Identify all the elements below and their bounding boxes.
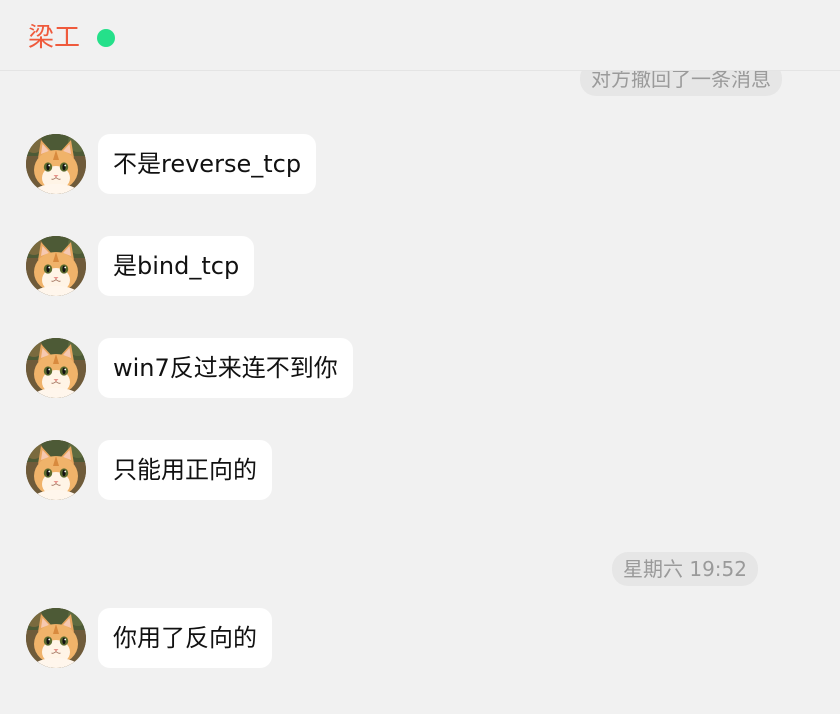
cat-avatar-icon[interactable] xyxy=(26,236,86,296)
message-bubble[interactable]: 只能用正向的 xyxy=(98,440,272,500)
cat-avatar-icon[interactable] xyxy=(26,134,86,194)
message-bubble[interactable]: 不是reverse_tcp xyxy=(98,134,317,194)
online-status-icon xyxy=(97,29,115,47)
cat-avatar-icon[interactable] xyxy=(26,608,86,668)
time-divider: 星期六 19:52 xyxy=(612,552,758,586)
message-bubble[interactable]: win7反过来连不到你 xyxy=(98,338,353,398)
message-bubble[interactable]: 你用了反向的 xyxy=(98,608,272,668)
message-list[interactable]: 对方撤回了一条消息 不是reverse_tcp 是bind_tcp win7反过… xyxy=(0,0,840,714)
chat-header: 梁工 xyxy=(0,0,840,71)
cat-avatar-icon[interactable] xyxy=(26,440,86,500)
contact-name[interactable]: 梁工 xyxy=(28,21,80,55)
message-bubble[interactable]: 是bind_tcp xyxy=(98,236,255,296)
cat-avatar-icon[interactable] xyxy=(26,338,86,398)
